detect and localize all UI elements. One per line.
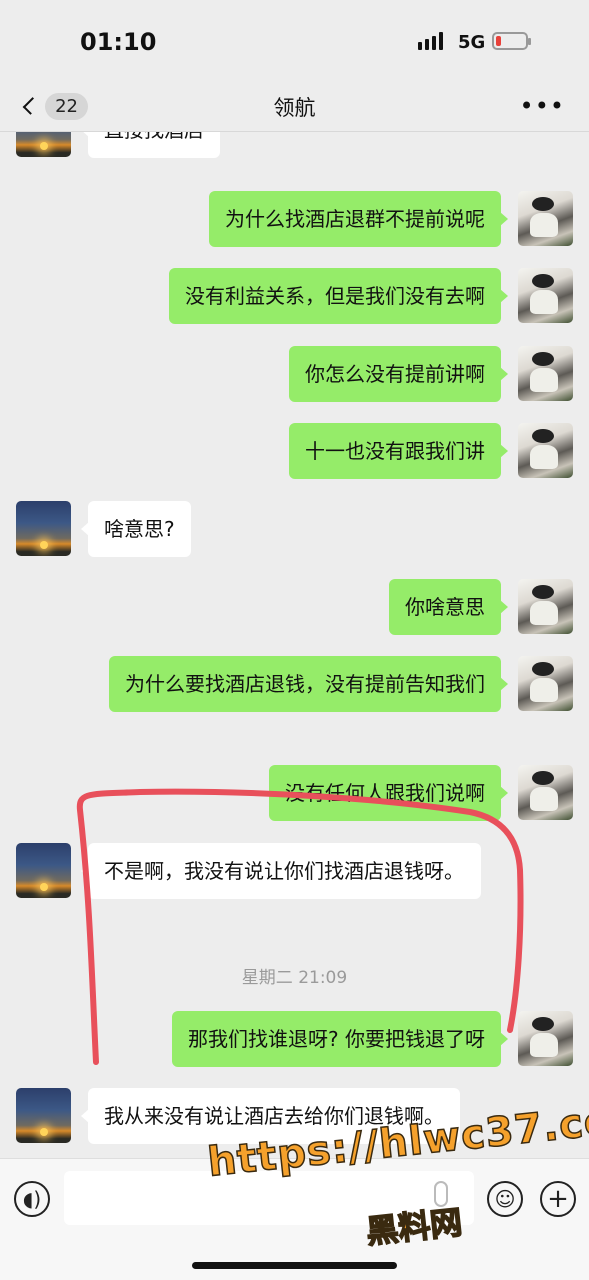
message-bubble[interactable]: 不是啊，我没有说让你们找酒店退钱呀。	[81, 843, 481, 899]
message-bubble[interactable]: 啥意思?	[81, 501, 191, 557]
my-avatar[interactable]	[518, 765, 573, 820]
message-bubble[interactable]: 没有利益关系，但是我们没有去啊	[169, 268, 508, 324]
plus-icon[interactable]: +	[540, 1181, 576, 1217]
my-avatar[interactable]	[518, 423, 573, 478]
message-bubble[interactable]: 为什么找酒店退群不提前说呢	[209, 191, 508, 247]
signal-icon	[418, 32, 443, 50]
my-avatar[interactable]	[518, 1011, 573, 1066]
voice-icon[interactable]: ◖)	[14, 1181, 50, 1217]
nav-bar: 22 领航 •••	[0, 80, 589, 132]
my-avatar[interactable]	[518, 346, 573, 401]
message-bubble[interactable]: 为什么要找酒店退钱，没有提前告知我们	[109, 656, 508, 712]
message-timestamp: 星期二 21:09	[241, 968, 348, 988]
status-time: 01:10	[80, 28, 157, 56]
contact-avatar[interactable]	[16, 132, 71, 157]
emoji-icon[interactable]: ☺	[487, 1181, 523, 1217]
chat-history[interactable]: 直接找酒店 为什么找酒店退群不提前说呢 没有利益关系，但是我们没有去啊 你怎么没…	[0, 132, 589, 1158]
contact-avatar[interactable]	[16, 843, 71, 898]
network-type: 5G	[458, 32, 486, 53]
home-indicator[interactable]	[192, 1262, 397, 1269]
chat-title: 领航	[273, 96, 316, 120]
message-bubble[interactable]: 你怎么没有提前讲啊	[289, 346, 508, 402]
message-bubble[interactable]: 十一也没有跟我们讲	[289, 423, 508, 479]
my-avatar[interactable]	[518, 579, 573, 634]
battery-icon	[492, 32, 531, 50]
message-bubble[interactable]: 没有任何人跟我们说啊	[269, 765, 508, 821]
my-avatar[interactable]	[518, 656, 573, 711]
message-bubble[interactable]: 你啥意思	[389, 579, 508, 635]
status-bar: 01:10 5G	[0, 0, 589, 80]
more-dots-icon[interactable]: •••	[520, 92, 565, 120]
my-avatar[interactable]	[518, 191, 573, 246]
message-bubble[interactable]: 直接找酒店	[81, 132, 220, 158]
contact-avatar[interactable]	[16, 1088, 71, 1143]
contact-avatar[interactable]	[16, 501, 71, 556]
message-bubble[interactable]: 那我们找谁退呀? 你要把钱退了呀	[172, 1011, 508, 1067]
my-avatar[interactable]	[518, 268, 573, 323]
